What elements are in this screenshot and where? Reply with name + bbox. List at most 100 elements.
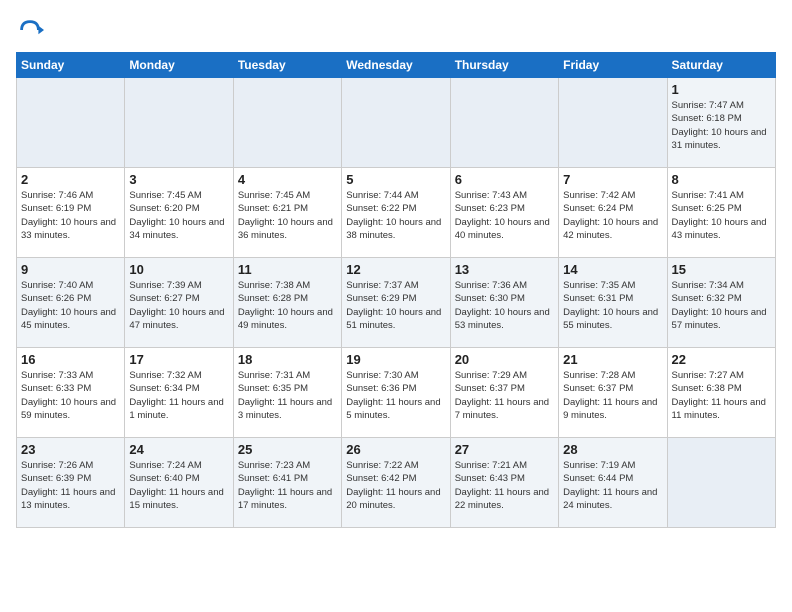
weekday-header: Sunday <box>17 53 125 78</box>
day-number: 23 <box>21 442 120 457</box>
calendar-cell: 4 Sunrise: 7:45 AM Sunset: 6:21 PM Daylig… <box>233 168 341 258</box>
calendar-week-row: 16 Sunrise: 7:33 AM Sunset: 6:33 PM Dayli… <box>17 348 776 438</box>
calendar-week-row: 1 Sunrise: 7:47 AM Sunset: 6:18 PM Daylig… <box>17 78 776 168</box>
calendar-cell <box>342 78 450 168</box>
day-info: Sunrise: 7:32 AM Sunset: 6:34 PM Dayligh… <box>129 369 228 422</box>
day-number: 13 <box>455 262 554 277</box>
day-number: 27 <box>455 442 554 457</box>
calendar-cell: 28 Sunrise: 7:19 AM Sunset: 6:44 PM Dayli… <box>559 438 667 528</box>
calendar-cell: 24Sunrise: 7:24 AM Sunset: 6:40 PM Dayli… <box>125 438 233 528</box>
day-info: Sunrise: 7:34 AM Sunset: 6:32 PM Dayligh… <box>672 279 771 332</box>
weekday-header: Thursday <box>450 53 558 78</box>
day-info: Sunrise: 7:41 AM Sunset: 6:25 PM Dayligh… <box>672 189 771 242</box>
day-number: 16 <box>21 352 120 367</box>
day-info: Sunrise: 7:29 AM Sunset: 6:37 PM Dayligh… <box>455 369 554 422</box>
day-number: 19 <box>346 352 445 367</box>
calendar-cell: 20 Sunrise: 7:29 AM Sunset: 6:37 PM Dayli… <box>450 348 558 438</box>
calendar-cell: 15 Sunrise: 7:34 AM Sunset: 6:32 PM Dayli… <box>667 258 775 348</box>
day-number: 12 <box>346 262 445 277</box>
day-info: Sunrise: 7:47 AM Sunset: 6:18 PM Dayligh… <box>672 99 771 152</box>
day-info: Sunrise: 7:43 AM Sunset: 6:23 PM Dayligh… <box>455 189 554 242</box>
day-info: Sunrise: 7:35 AM Sunset: 6:31 PM Dayligh… <box>563 279 662 332</box>
day-number: 28 <box>563 442 662 457</box>
calendar-week-row: 9Sunrise: 7:40 AM Sunset: 6:26 PM Daylig… <box>17 258 776 348</box>
day-info: Sunrise: 7:42 AM Sunset: 6:24 PM Dayligh… <box>563 189 662 242</box>
calendar-cell: 5 Sunrise: 7:44 AM Sunset: 6:22 PM Daylig… <box>342 168 450 258</box>
calendar-cell <box>559 78 667 168</box>
day-number: 7 <box>563 172 662 187</box>
weekday-header: Monday <box>125 53 233 78</box>
day-number: 22 <box>672 352 771 367</box>
calendar-week-row: 23 Sunrise: 7:26 AM Sunset: 6:39 PM Dayli… <box>17 438 776 528</box>
calendar-cell: 7 Sunrise: 7:42 AM Sunset: 6:24 PM Daylig… <box>559 168 667 258</box>
day-number: 2 <box>21 172 120 187</box>
day-info: Sunrise: 7:30 AM Sunset: 6:36 PM Dayligh… <box>346 369 445 422</box>
calendar-cell: 8 Sunrise: 7:41 AM Sunset: 6:25 PM Daylig… <box>667 168 775 258</box>
weekday-header: Wednesday <box>342 53 450 78</box>
day-info: Sunrise: 7:23 AM Sunset: 6:41 PM Dayligh… <box>238 459 337 512</box>
day-info: Sunrise: 7:31 AM Sunset: 6:35 PM Dayligh… <box>238 369 337 422</box>
calendar-cell: 26 Sunrise: 7:22 AM Sunset: 6:42 PM Dayli… <box>342 438 450 528</box>
calendar-cell: 25 Sunrise: 7:23 AM Sunset: 6:41 PM Dayli… <box>233 438 341 528</box>
day-info: Sunrise: 7:45 AM Sunset: 6:20 PM Dayligh… <box>129 189 228 242</box>
calendar-cell: 2 Sunrise: 7:46 AM Sunset: 6:19 PM Daylig… <box>17 168 125 258</box>
logo-icon <box>16 16 44 44</box>
day-number: 25 <box>238 442 337 457</box>
header <box>16 16 776 44</box>
calendar-cell: 11 Sunrise: 7:38 AM Sunset: 6:28 PM Dayli… <box>233 258 341 348</box>
weekday-header: Saturday <box>667 53 775 78</box>
day-info: Sunrise: 7:38 AM Sunset: 6:28 PM Dayligh… <box>238 279 337 332</box>
day-info: Sunrise: 7:39 AM Sunset: 6:27 PM Dayligh… <box>129 279 228 332</box>
calendar-cell: 22 Sunrise: 7:27 AM Sunset: 6:38 PM Dayli… <box>667 348 775 438</box>
day-info: Sunrise: 7:36 AM Sunset: 6:30 PM Dayligh… <box>455 279 554 332</box>
day-number: 21 <box>563 352 662 367</box>
day-info: Sunrise: 7:21 AM Sunset: 6:43 PM Dayligh… <box>455 459 554 512</box>
calendar-cell: 1 Sunrise: 7:47 AM Sunset: 6:18 PM Daylig… <box>667 78 775 168</box>
calendar-cell: 12 Sunrise: 7:37 AM Sunset: 6:29 PM Dayli… <box>342 258 450 348</box>
day-info: Sunrise: 7:28 AM Sunset: 6:37 PM Dayligh… <box>563 369 662 422</box>
calendar-cell <box>233 78 341 168</box>
day-info: Sunrise: 7:19 AM Sunset: 6:44 PM Dayligh… <box>563 459 662 512</box>
day-number: 6 <box>455 172 554 187</box>
day-number: 8 <box>672 172 771 187</box>
day-info: Sunrise: 7:26 AM Sunset: 6:39 PM Dayligh… <box>21 459 120 512</box>
calendar-cell: 19 Sunrise: 7:30 AM Sunset: 6:36 PM Dayli… <box>342 348 450 438</box>
calendar-week-row: 2 Sunrise: 7:46 AM Sunset: 6:19 PM Daylig… <box>17 168 776 258</box>
day-number: 24 <box>129 442 228 457</box>
calendar-cell: 21 Sunrise: 7:28 AM Sunset: 6:37 PM Dayli… <box>559 348 667 438</box>
day-number: 20 <box>455 352 554 367</box>
calendar-cell: 18Sunrise: 7:31 AM Sunset: 6:35 PM Dayli… <box>233 348 341 438</box>
calendar-cell <box>125 78 233 168</box>
day-info: Sunrise: 7:33 AM Sunset: 6:33 PM Dayligh… <box>21 369 120 422</box>
day-info: Sunrise: 7:45 AM Sunset: 6:21 PM Dayligh… <box>238 189 337 242</box>
calendar-cell: 27 Sunrise: 7:21 AM Sunset: 6:43 PM Dayli… <box>450 438 558 528</box>
calendar-cell: 23 Sunrise: 7:26 AM Sunset: 6:39 PM Dayli… <box>17 438 125 528</box>
calendar-cell: 6 Sunrise: 7:43 AM Sunset: 6:23 PM Daylig… <box>450 168 558 258</box>
calendar-cell <box>667 438 775 528</box>
day-number: 15 <box>672 262 771 277</box>
calendar-cell <box>450 78 558 168</box>
day-number: 17 <box>129 352 228 367</box>
day-number: 14 <box>563 262 662 277</box>
calendar-cell: 14 Sunrise: 7:35 AM Sunset: 6:31 PM Dayli… <box>559 258 667 348</box>
calendar-table: SundayMondayTuesdayWednesdayThursdayFrid… <box>16 52 776 528</box>
day-info: Sunrise: 7:37 AM Sunset: 6:29 PM Dayligh… <box>346 279 445 332</box>
day-info: Sunrise: 7:22 AM Sunset: 6:42 PM Dayligh… <box>346 459 445 512</box>
logo <box>16 16 48 44</box>
day-number: 4 <box>238 172 337 187</box>
weekday-header: Friday <box>559 53 667 78</box>
weekday-header: Tuesday <box>233 53 341 78</box>
day-number: 26 <box>346 442 445 457</box>
calendar-cell: 13 Sunrise: 7:36 AM Sunset: 6:30 PM Dayli… <box>450 258 558 348</box>
calendar-cell: 16 Sunrise: 7:33 AM Sunset: 6:33 PM Dayli… <box>17 348 125 438</box>
day-number: 1 <box>672 82 771 97</box>
day-info: Sunrise: 7:44 AM Sunset: 6:22 PM Dayligh… <box>346 189 445 242</box>
day-info: Sunrise: 7:46 AM Sunset: 6:19 PM Dayligh… <box>21 189 120 242</box>
day-info: Sunrise: 7:27 AM Sunset: 6:38 PM Dayligh… <box>672 369 771 422</box>
weekday-header-row: SundayMondayTuesdayWednesdayThursdayFrid… <box>17 53 776 78</box>
day-number: 3 <box>129 172 228 187</box>
day-number: 11 <box>238 262 337 277</box>
calendar-cell <box>17 78 125 168</box>
day-number: 5 <box>346 172 445 187</box>
day-info: Sunrise: 7:40 AM Sunset: 6:26 PM Dayligh… <box>21 279 120 332</box>
